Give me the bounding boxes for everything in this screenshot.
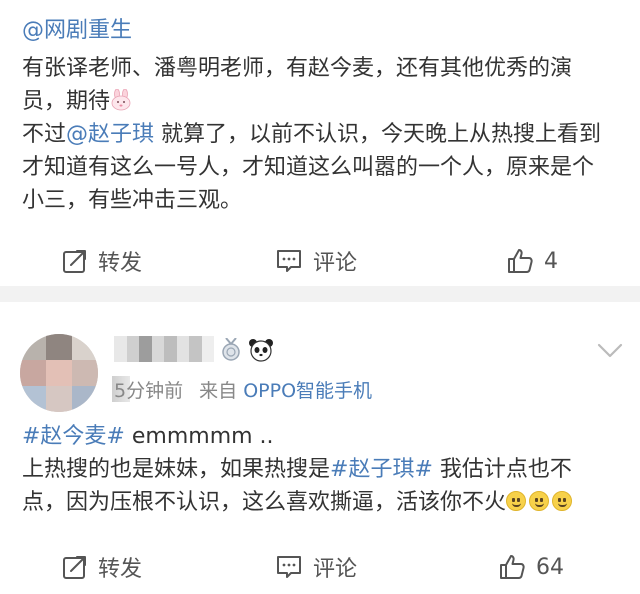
top-mention-link[interactable]: @网剧重生 xyxy=(22,16,132,46)
post1-line2-text: 员，期待 xyxy=(22,89,111,114)
weibo-post-1: @网剧重生 有张译老师、潘粤明老师，有赵今麦，还有其他优秀的演 员，期待 不过@… xyxy=(0,0,640,286)
post1-line3-pre: 不过 xyxy=(22,122,67,147)
post1-line5: 小三，有些冲击三观。 xyxy=(22,188,243,213)
post2-line2-post: 我估计点也不 xyxy=(432,457,572,482)
post1-comment-label: 评论 xyxy=(313,251,358,276)
post2-like-button[interactable]: 64 xyxy=(498,542,564,592)
avatar[interactable] xyxy=(20,334,98,412)
weibo-post-2: 5分钟前 来自 OPPO智能手机 #赵今麦# emmmmm .. 上热搜的也是妹… xyxy=(0,302,640,594)
post2-comment-button[interactable]: 评论 xyxy=(275,542,357,592)
post2-line3: 点，因为压根不认识，这么喜欢撕逼，活该你不火 xyxy=(22,486,622,519)
post-time: 5分钟前 xyxy=(114,380,184,402)
post2-line3-text: 点，因为压根不认识，这么喜欢撕逼，活该你不火 xyxy=(22,490,507,515)
post2-like-count: 64 xyxy=(536,554,564,580)
post2-action-bar: 转发 评论 64 xyxy=(0,542,640,592)
comment-icon xyxy=(277,250,301,272)
post1-line3: 不过@赵子琪 就算了，以前不认识，今天晚上从热搜上看到 xyxy=(22,118,622,151)
smile-emoji-1 xyxy=(506,491,527,511)
post-source[interactable]: OPPO智能手机 xyxy=(243,380,372,402)
panda-icon xyxy=(249,339,273,362)
post2-line1-post: emmmmm .. xyxy=(124,424,274,449)
source-prefix: 来自 xyxy=(199,380,238,402)
smile-emoji-2 xyxy=(529,491,550,511)
post-divider xyxy=(0,286,640,302)
post1-repost-label: 转发 xyxy=(98,251,143,276)
post2-line2-pre: 上热搜的也是妹妹，如果热搜是 xyxy=(22,457,331,482)
post2-repost-button[interactable]: 转发 xyxy=(62,542,142,592)
post1-line4: 才知道有这么一号人，才知道这么叫嚣的一个人，原来是个 xyxy=(22,155,595,180)
post1-like-count: 4 xyxy=(544,248,558,274)
repost-icon xyxy=(63,556,86,579)
post2-comment-label: 评论 xyxy=(313,557,358,582)
like-icon xyxy=(500,555,525,579)
post2-line1: #赵今麦# emmmmm .. xyxy=(22,420,622,453)
zhaojinmai-topic-link[interactable]: #赵今麦# xyxy=(22,424,125,449)
zhaoziqi-mention-link[interactable]: @赵子琪 xyxy=(66,122,154,147)
zhaoziqi-topic-link[interactable]: #赵子琪# xyxy=(330,457,433,482)
post2-meta: 5分钟前 来自 OPPO智能手机 xyxy=(114,376,372,403)
post1-action-bar: 转发 评论 4 xyxy=(0,236,640,286)
like-icon xyxy=(508,249,533,273)
post2-repost-label: 转发 xyxy=(98,557,143,582)
post2-line2: 上热搜的也是妹妹，如果热搜是#赵子琪# 我估计点也不 xyxy=(22,453,622,486)
post1-line3-post: 就算了，以前不认识，今天晚上从热搜上看到 xyxy=(154,122,602,147)
post1-repost-button[interactable]: 转发 xyxy=(62,236,142,286)
username-blurred[interactable] xyxy=(114,336,214,362)
post1-like-button[interactable]: 4 xyxy=(506,236,558,286)
comment-icon xyxy=(277,556,301,578)
post1-line2: 员，期待 xyxy=(22,85,622,118)
post1-comment-button[interactable]: 评论 xyxy=(275,236,357,286)
smile-emoji-3 xyxy=(552,491,573,511)
medal-icon xyxy=(222,338,240,361)
chevron-down-icon[interactable] xyxy=(597,342,623,360)
bunny-emoji xyxy=(111,89,131,111)
post1-line1: 有张译老师、潘粤明老师，有赵今麦，还有其他优秀的演 xyxy=(22,56,573,81)
repost-icon xyxy=(63,250,86,273)
